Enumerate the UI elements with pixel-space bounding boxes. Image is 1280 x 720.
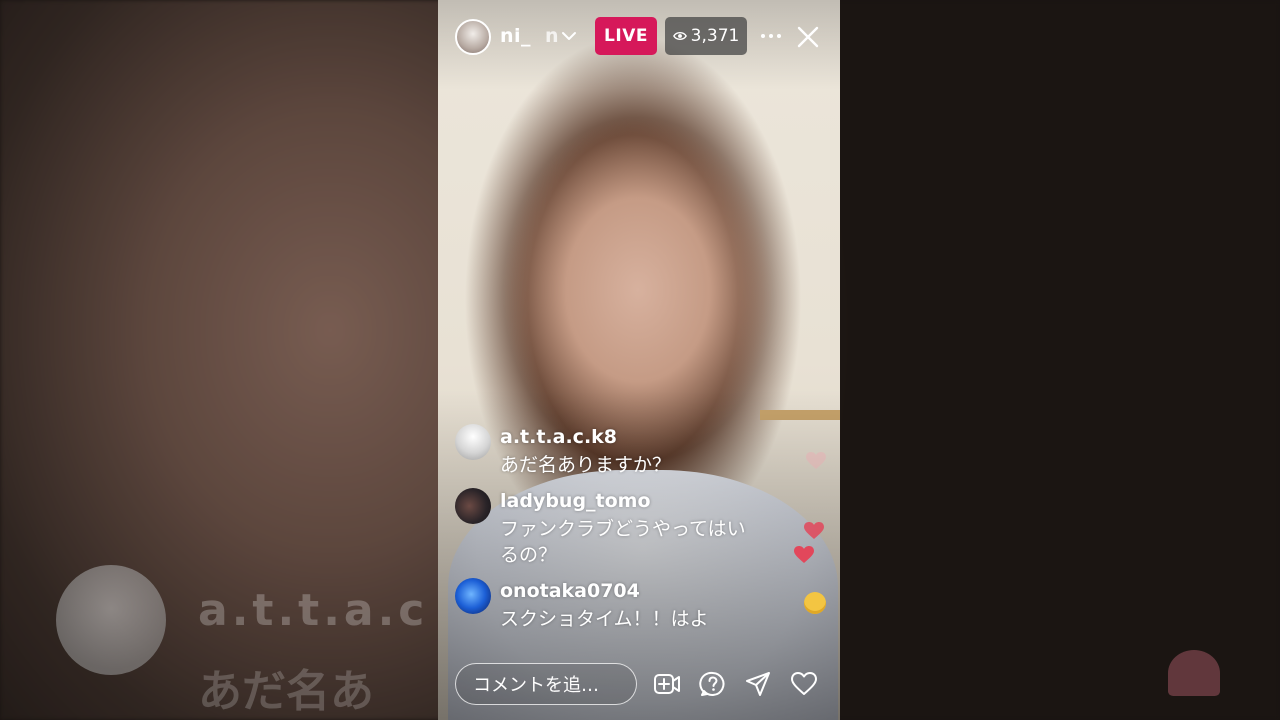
blurred-background-comment: あだ名あ [198,666,374,717]
comment-username[interactable]: onotaka0704 [500,580,640,602]
send-icon[interactable] [744,670,772,698]
host-username[interactable]: ni_ [500,25,531,47]
host-avatar[interactable] [455,19,491,55]
comment-avatar[interactable] [455,578,491,614]
close-icon[interactable] [795,24,821,50]
viewer-count: 3,371 [690,26,740,46]
blurred-background-username: a.t.t.a.c [198,585,429,636]
comment-username[interactable]: a.t.t.a.c.k8 [500,426,617,448]
live-video-panel: ni_ n LIVE 3,371 a.t.t.a.c.k8 あだ名ありますか？ [438,0,840,720]
blurred-background-heart [1168,650,1220,696]
add-video-icon[interactable] [653,670,681,698]
floating-heart-icon [804,522,824,539]
comment-username[interactable]: ladybug_tomo [500,490,651,512]
comment-avatar[interactable] [455,424,491,460]
viewer-count-badge: 3,371 [665,17,747,55]
more-icon[interactable] [758,26,784,46]
heart-icon[interactable] [790,670,818,698]
question-icon[interactable] [699,670,727,698]
comment-input[interactable]: コメントを追… [455,663,637,705]
live-badge: LIVE [595,17,657,55]
comment-text: あだ名ありますか？ [500,454,672,476]
floating-heart-icon [806,452,826,469]
blurred-background-avatar [56,565,166,675]
comment-text: ファンクラブどうやってはいるの？ [500,518,746,566]
comment-text: スクショタイム！！はよ [500,608,709,630]
host-username-second[interactable]: n [545,25,559,47]
live-header: ni_ n LIVE 3,371 [438,0,840,72]
floating-heart-icon [794,546,814,563]
eye-icon [672,32,687,40]
chevron-down-icon[interactable] [561,28,577,44]
comment-avatar[interactable] [455,488,491,524]
crying-emoji-icon [804,592,826,614]
